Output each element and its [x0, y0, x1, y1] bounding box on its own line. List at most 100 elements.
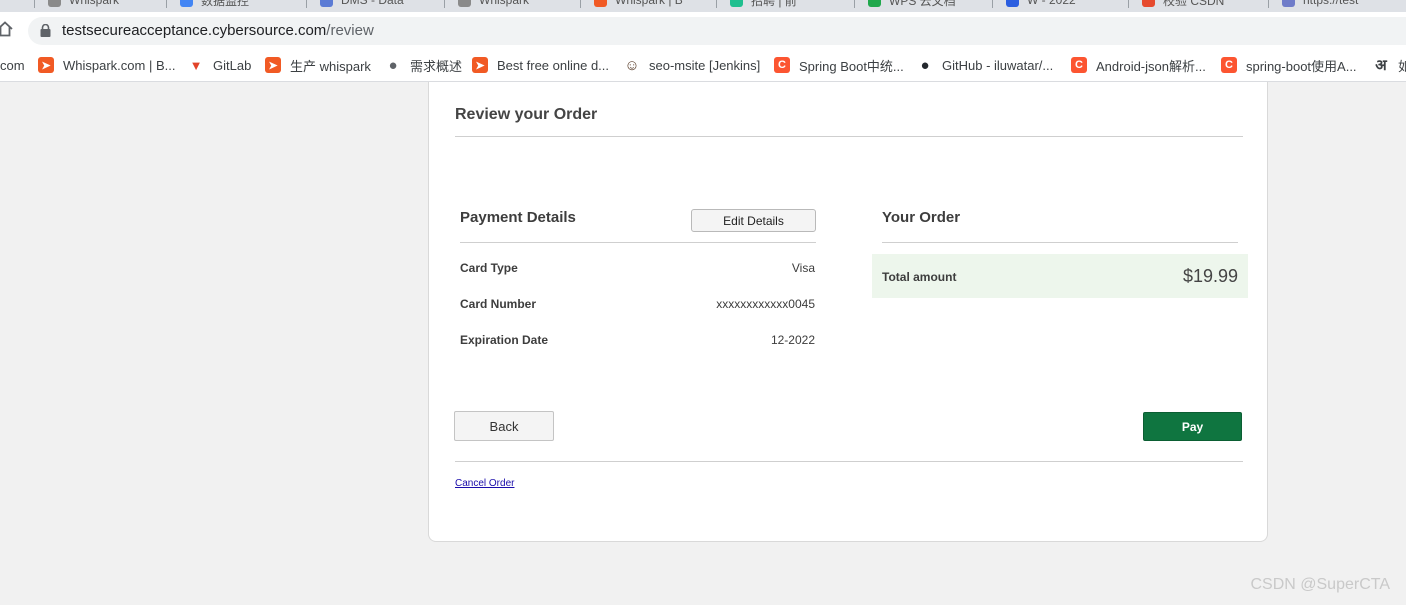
tab-label: https://test [1303, 0, 1359, 7]
bookmark-label: com [0, 57, 25, 73]
browser-tab-strip: Whispark 数据监控 DMS - Data Whispark Whispark |… [0, 0, 1406, 12]
tab-favicon-icon [594, 0, 607, 7]
bookmark-label: 需求概述 [410, 58, 463, 74]
url-host: testsecureacceptance.cybersource.com [62, 22, 327, 39]
tab-label: 数据监控 [201, 0, 250, 8]
csdn-icon: C [1071, 57, 1087, 73]
tab-separator [992, 0, 993, 8]
address-bar: testsecureacceptance.cybersource.com/rev… [0, 12, 1406, 50]
bookmark-label: 生产 whispark [290, 58, 371, 74]
bookmark-item[interactable]: ➤ Whispark.com | B... [38, 55, 175, 75]
url-path: /review [326, 22, 374, 39]
cancel-order-link[interactable]: Cancel Order [455, 478, 514, 489]
tab-separator [716, 0, 717, 8]
url-omnibox[interactable]: testsecureacceptance.cybersource.com/rev… [28, 17, 1406, 45]
browser-tab[interactable]: 招聘 | 前 [730, 0, 797, 10]
your-order-divider [882, 242, 1238, 243]
jenkins-icon: ☺ [624, 56, 640, 74]
payment-details-divider [460, 242, 816, 243]
footer-divider [455, 461, 1243, 462]
home-icon[interactable] [0, 20, 14, 38]
globe-icon: ● [388, 56, 398, 74]
tab-separator [444, 0, 445, 8]
paper-plane-icon: ➤ [38, 57, 54, 73]
bookmarks-bar: com ➤ Whispark.com | B... ▼ GitLab ➤ 生产 whispa… [0, 50, 1406, 82]
browser-tab[interactable]: https://test [1282, 0, 1358, 10]
csdn-icon: C [1221, 57, 1237, 73]
tab-label: 校验 CSDN [1163, 0, 1225, 8]
bookmark-label: GitHub - iluwatar/... [942, 57, 1054, 73]
card-type-label: Card Type [460, 261, 518, 275]
total-amount-value: $19.99 [1182, 266, 1238, 286]
bookmark-item[interactable]: ▼ GitLab [188, 55, 252, 75]
card-number-label: Card Number [460, 297, 537, 311]
your-order-heading: Your Order [882, 209, 961, 226]
tab-separator [1128, 0, 1129, 8]
page-title: Review your Order [455, 106, 598, 123]
browser-tab[interactable]: DMS - Data [320, 0, 404, 10]
total-amount-row: Total amount $19.99 [872, 254, 1248, 298]
github-icon: ● [920, 56, 930, 74]
browser-tab[interactable]: 校验 CSDN [1142, 0, 1224, 10]
tab-separator [854, 0, 855, 8]
bookmark-label: 如 [1398, 58, 1406, 74]
paper-plane-icon: ➤ [265, 57, 281, 73]
browser-tab[interactable]: Whispark [458, 0, 529, 10]
bookmark-item[interactable]: ➤ 生产 whispark [265, 55, 371, 75]
review-order-card: Review your Order Payment Details Edit D… [428, 82, 1268, 542]
tab-separator [34, 0, 35, 8]
expiration-date-value: 12-2022 [770, 333, 815, 347]
browser-tab[interactable]: WPS 云文档 [868, 0, 956, 10]
tab-label: Whispark [479, 0, 530, 7]
tab-label: Whispark | B [615, 0, 683, 7]
tab-favicon-icon [868, 0, 881, 7]
bookmark-item[interactable]: अ如 [1373, 55, 1406, 75]
tab-favicon-icon [1282, 0, 1295, 7]
title-divider [455, 136, 1243, 137]
tab-separator [306, 0, 307, 8]
bookmark-item[interactable]: ➤ Best free online d... [472, 55, 609, 75]
tab-favicon-icon [320, 0, 333, 7]
expiration-date-label: Expiration Date [460, 333, 549, 347]
bookmark-label: Whispark.com | B... [63, 57, 176, 73]
bookmark-item[interactable]: ● GitHub - iluwatar/... [917, 55, 1053, 75]
tab-favicon-icon [180, 0, 193, 7]
bookmark-item[interactable]: ☺ seo-msite [Jenkins] [624, 55, 760, 75]
bookmark-item[interactable]: Cspring-boot使用A... [1221, 55, 1357, 75]
tab-separator [580, 0, 581, 8]
bookmark-label: Best free online d... [497, 57, 610, 73]
tab-favicon-icon [1006, 0, 1019, 7]
bookmark-label: spring-boot使用A... [1246, 58, 1357, 74]
csdn-icon: C [774, 57, 790, 73]
browser-tab[interactable]: W - 2022 [1006, 0, 1076, 10]
bookmark-item[interactable]: C Spring Boot中统... [774, 55, 904, 75]
lock-icon[interactable] [40, 24, 51, 37]
bookmark-label: Android-json解析... [1096, 58, 1206, 74]
gitlab-icon: ▼ [189, 57, 203, 73]
tab-favicon-icon [458, 0, 471, 7]
browser-tab[interactable]: Whispark [48, 0, 119, 10]
edit-details-button[interactable]: Edit Details [691, 209, 816, 232]
card-type-value: Visa [791, 261, 815, 275]
url-text[interactable]: testsecureacceptance.cybersource.com/rev… [62, 22, 374, 39]
tab-favicon-icon [48, 0, 61, 7]
browser-tab[interactable]: 数据监控 [180, 0, 249, 10]
tab-label: WPS 云文档 [889, 0, 956, 8]
watermark: CSDN @SuperCTA [1250, 576, 1390, 593]
tab-favicon-icon [730, 0, 743, 7]
bookmark-item[interactable]: ● 需求概述 [385, 55, 462, 75]
tab-separator [1268, 0, 1269, 8]
pay-button[interactable]: Pay [1143, 412, 1242, 441]
tab-favicon-icon [1142, 0, 1155, 7]
bookmark-item[interactable]: com [0, 55, 25, 75]
bookmark-label: seo-msite [Jenkins] [649, 57, 761, 73]
card-number-value: xxxxxxxxxxxx0045 [716, 297, 815, 311]
tab-separator [166, 0, 167, 8]
bookmark-item[interactable]: C Android-json解析... [1071, 55, 1206, 75]
tab-label: 招聘 | 前 [751, 0, 797, 8]
tab-label: W - 2022 [1027, 0, 1076, 7]
bookmark-label: Spring Boot中统... [799, 58, 904, 74]
back-button[interactable]: Back [454, 411, 554, 441]
paper-plane-icon: ➤ [472, 57, 488, 73]
browser-tab[interactable]: Whispark | B [594, 0, 683, 10]
